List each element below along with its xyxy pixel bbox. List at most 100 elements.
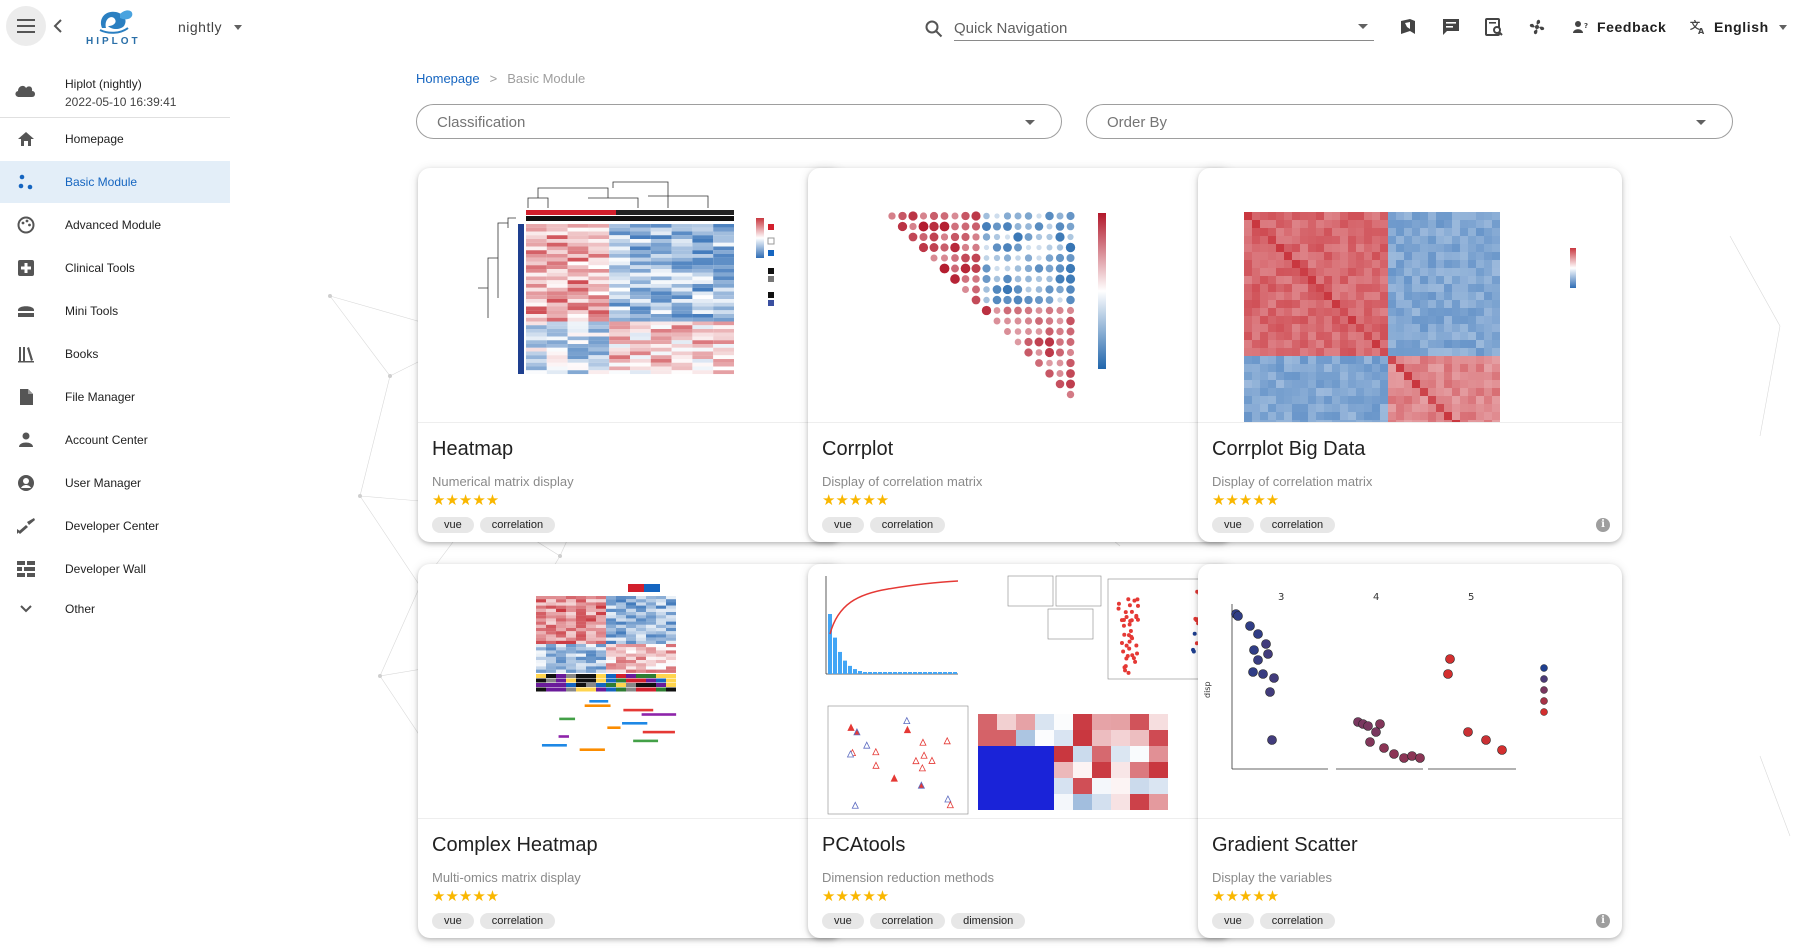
chat-icon[interactable] bbox=[1440, 16, 1462, 38]
sidebar-item-account-center[interactable]: Account Center bbox=[0, 419, 230, 461]
card-title: PCAtools bbox=[822, 834, 906, 856]
classification-select[interactable]: Classification bbox=[416, 104, 1062, 139]
sidebar-item-file-manager[interactable]: File Manager bbox=[0, 376, 230, 418]
module-card-pcatools[interactable]: PCAtools Dimension reduction methods ★★★… bbox=[808, 564, 1232, 938]
sidebar-item-mini-tools[interactable]: Mini Tools bbox=[0, 290, 230, 332]
tag-list: vue correlation bbox=[432, 517, 556, 533]
card-thumbnail bbox=[1198, 168, 1622, 423]
books-icon bbox=[16, 344, 36, 364]
module-card-complex-heatmap[interactable]: Complex Heatmap Multi-omics matrix displ… bbox=[418, 564, 842, 938]
medical-cross-icon bbox=[16, 258, 36, 278]
sidebar-item-advanced-module[interactable]: Advanced Module bbox=[0, 204, 230, 246]
card-thumbnail bbox=[418, 168, 842, 423]
tag-chip[interactable]: correlation bbox=[1259, 913, 1336, 929]
tag-chip[interactable]: correlation bbox=[869, 913, 946, 929]
app-name: Hiplot (nightly) bbox=[65, 77, 142, 91]
sidebar-item-label: User Manager bbox=[65, 476, 142, 490]
feedback-label: Feedback bbox=[1597, 19, 1667, 35]
order-by-placeholder: Order By bbox=[1107, 114, 1168, 131]
branch-selector-label[interactable]: nightly bbox=[178, 19, 222, 35]
language-button[interactable]: 文A English bbox=[1690, 16, 1787, 38]
breadcrumb-home-link[interactable]: Homepage bbox=[416, 71, 480, 86]
caret-down-icon bbox=[1025, 120, 1035, 125]
star-rating: ★★★★★ bbox=[1212, 492, 1280, 509]
card-description: Display of correlation matrix bbox=[822, 474, 983, 489]
module-card-gradient-scatter[interactable]: 3 4 5 disp Gradient Scatter Display the … bbox=[1198, 564, 1622, 938]
person-feedback-icon: ? bbox=[1573, 21, 1589, 33]
fan-icon[interactable] bbox=[1526, 16, 1548, 38]
tag-chip[interactable]: correlation bbox=[479, 517, 556, 533]
card-description: Numerical matrix display bbox=[432, 474, 574, 489]
sidebar-item-homepage[interactable]: Homepage bbox=[0, 118, 230, 160]
tag-chip[interactable]: vue bbox=[432, 517, 474, 533]
tag-list: vue correlation bbox=[1212, 913, 1336, 929]
tag-chip[interactable]: vue bbox=[822, 913, 864, 929]
svg-text:?: ? bbox=[1584, 22, 1589, 30]
sidebar-item-basic-module[interactable]: Basic Module bbox=[0, 161, 230, 203]
sidebar-item-label: Basic Module bbox=[65, 175, 138, 189]
sidebar-item-label: Developer Center bbox=[65, 519, 160, 533]
tag-chip[interactable]: vue bbox=[1212, 913, 1254, 929]
tag-chip[interactable]: vue bbox=[822, 517, 864, 533]
breadcrumb-separator: > bbox=[489, 71, 498, 86]
card-description: Dimension reduction methods bbox=[822, 870, 994, 885]
card-title: Heatmap bbox=[432, 438, 514, 460]
person-icon bbox=[16, 430, 36, 450]
top-app-bar: HIPLOT nightly ? Feedback 文A English bbox=[0, 0, 1794, 56]
svg-text:3: 3 bbox=[1278, 592, 1284, 603]
caret-down-icon[interactable] bbox=[1358, 24, 1368, 29]
logo-text: HIPLOT bbox=[86, 36, 141, 47]
caret-down-icon bbox=[1696, 120, 1706, 125]
file-icon bbox=[16, 387, 36, 407]
chevron-left-icon[interactable] bbox=[52, 18, 64, 34]
doc-search-icon[interactable] bbox=[1483, 16, 1505, 38]
sidebar-item-developer-center[interactable]: Developer Center bbox=[0, 505, 230, 547]
sidebar-item-other[interactable]: Other bbox=[0, 588, 230, 630]
toolbox-icon bbox=[16, 301, 36, 321]
sidebar-item-label: Account Center bbox=[65, 433, 148, 447]
order-by-select[interactable]: Order By bbox=[1086, 104, 1733, 139]
star-rating: ★★★★★ bbox=[1212, 888, 1280, 905]
sidebar-item-label: Developer Wall bbox=[65, 562, 146, 576]
sidebar-item-label: File Manager bbox=[65, 390, 136, 404]
caret-down-icon[interactable] bbox=[234, 25, 242, 30]
svg-text:A: A bbox=[1698, 27, 1705, 35]
sidebar-item-books[interactable]: Books bbox=[0, 333, 230, 375]
module-card-corrplot[interactable]: Corrplot Display of correlation matrix ★… bbox=[808, 168, 1232, 542]
hiplot-logo[interactable]: HIPLOT bbox=[80, 6, 148, 48]
classification-placeholder: Classification bbox=[437, 114, 526, 131]
quick-navigation-input[interactable] bbox=[954, 17, 1374, 41]
card-title: Corrplot Big Data bbox=[1212, 438, 1366, 460]
sidebar-item-label: Other bbox=[65, 602, 96, 616]
star-rating: ★★★★★ bbox=[432, 888, 500, 905]
search-icon bbox=[925, 20, 943, 38]
star-rating: ★★★★★ bbox=[822, 888, 890, 905]
sidebar-item-clinical-tools[interactable]: Clinical Tools bbox=[0, 247, 230, 289]
card-title: Gradient Scatter bbox=[1212, 834, 1358, 856]
tag-chip[interactable]: vue bbox=[432, 913, 474, 929]
info-icon[interactable]: i bbox=[1596, 914, 1610, 928]
info-icon[interactable]: i bbox=[1596, 518, 1610, 532]
tag-chip[interactable]: correlation bbox=[1259, 517, 1336, 533]
card-description: Display of correlation matrix bbox=[1212, 474, 1373, 489]
tag-list: vue correlation bbox=[1212, 517, 1336, 533]
tag-chip[interactable]: correlation bbox=[869, 517, 946, 533]
star-rating: ★★★★★ bbox=[432, 492, 500, 509]
sidebar-item-developer-wall[interactable]: Developer Wall bbox=[0, 548, 230, 590]
hamburger-menu-button[interactable] bbox=[6, 6, 46, 46]
module-card-heatmap[interactable]: Heatmap Numerical matrix display ★★★★★ v… bbox=[418, 168, 842, 542]
tag-chip[interactable]: dimension bbox=[951, 913, 1026, 929]
sidebar-item-user-manager[interactable]: User Manager bbox=[0, 462, 230, 504]
tag-list: vue correlation bbox=[432, 913, 556, 929]
sidebar-item-label: Clinical Tools bbox=[65, 261, 135, 275]
tag-list: vue correlation dimension bbox=[822, 913, 1026, 929]
feedback-button[interactable]: ? Feedback bbox=[1573, 16, 1666, 38]
tag-chip[interactable]: correlation bbox=[479, 913, 556, 929]
svg-text:4: 4 bbox=[1373, 592, 1379, 603]
tag-chip[interactable]: vue bbox=[1212, 517, 1254, 533]
home-icon bbox=[16, 129, 36, 149]
cloud-icon bbox=[15, 85, 35, 97]
app-timestamp: 2022-05-10 16:39:41 bbox=[65, 95, 177, 109]
module-card-corrplot-big-data[interactable]: Corrplot Big Data Display of correlation… bbox=[1198, 168, 1622, 542]
bookmark-icon[interactable] bbox=[1397, 16, 1419, 38]
